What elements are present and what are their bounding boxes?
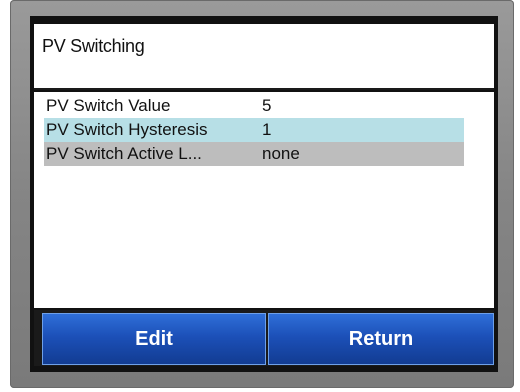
list-item-name: PV Switch Value — [46, 96, 171, 115]
list-item-value: none — [262, 144, 300, 163]
list-item-pv-switch-active-level[interactable]: PV Switch Active L... none — [44, 142, 464, 166]
return-button[interactable]: Return — [268, 313, 494, 365]
button-bar: Edit Return — [34, 310, 494, 366]
list-item-pv-switch-value[interactable]: PV Switch Value 5 — [44, 94, 464, 118]
list-item-name: PV Switch Active L... — [46, 144, 202, 163]
list-item-value: 5 — [262, 96, 272, 115]
title-panel: PV Switching — [34, 24, 494, 90]
list-item-name: PV Switch Hysteresis — [46, 120, 208, 139]
page-title: PV Switching — [42, 36, 145, 56]
list-item-pv-switch-hysteresis[interactable]: PV Switch Hysteresis 1 — [44, 118, 464, 142]
parameter-list: PV Switch Value 5 PV Switch Hysteresis 1… — [34, 92, 494, 308]
list-item-value: 1 — [262, 120, 272, 139]
edit-button[interactable]: Edit — [42, 313, 266, 365]
